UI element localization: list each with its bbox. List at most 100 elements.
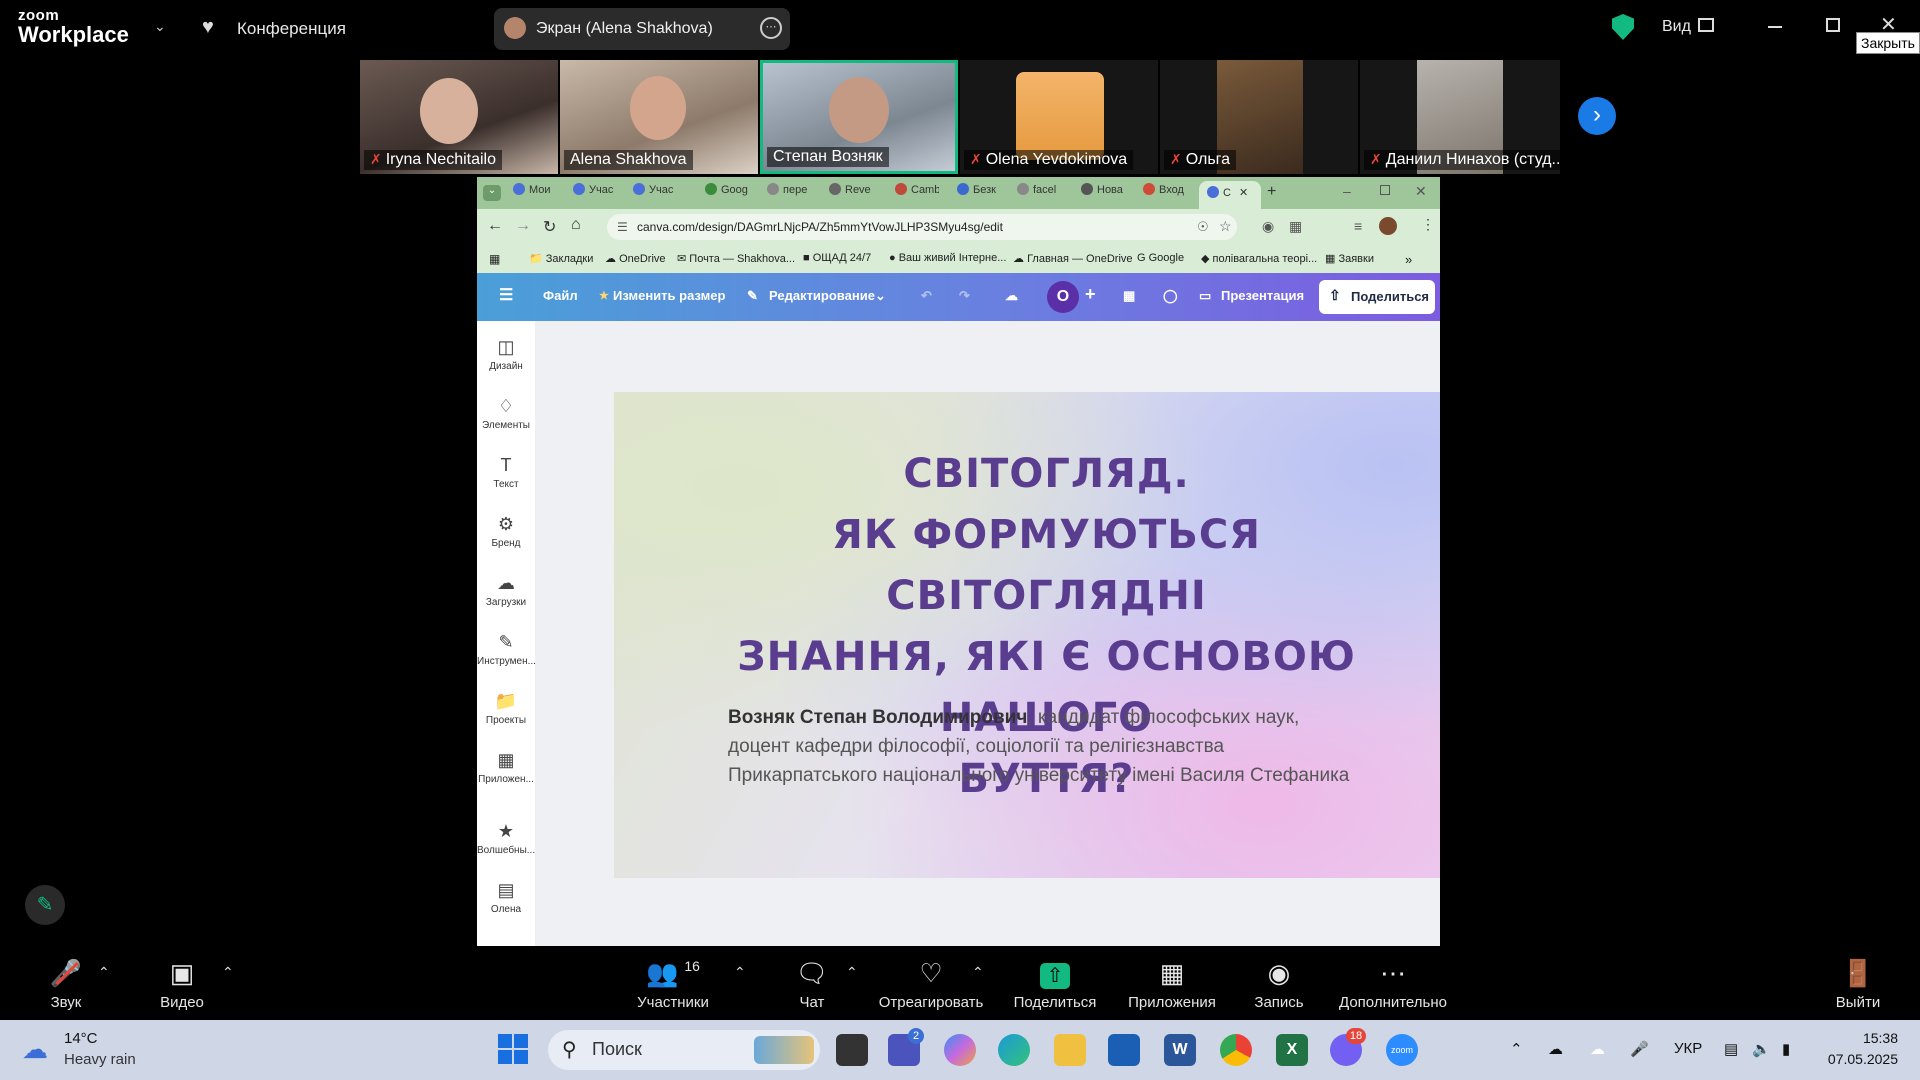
- video-options-caret-icon[interactable]: ⌃: [222, 964, 234, 981]
- browser-tab[interactable]: Мои: [513, 183, 557, 205]
- taskbar-search[interactable]: ⚲ Поиск: [548, 1030, 820, 1070]
- zoom-menu-chevron-icon[interactable]: ⌄: [154, 18, 166, 35]
- browser-tab[interactable]: Безк: [957, 183, 1001, 205]
- cloud-save-icon[interactable]: ☁: [1005, 288, 1018, 304]
- participants-button[interactable]: 👥 16 Участники: [628, 958, 718, 1011]
- copilot-icon[interactable]: [944, 1034, 976, 1066]
- screen-share-pill[interactable]: Экран (Alena Shakhova) ⋯: [494, 8, 790, 50]
- battery-icon[interactable]: ▮: [1782, 1040, 1790, 1058]
- bookmark-star-icon[interactable]: ☆: [1219, 218, 1232, 235]
- weather-temp[interactable]: 14°C: [64, 1030, 98, 1047]
- browser-tab[interactable]: Учас: [573, 183, 617, 205]
- collaborator-avatar[interactable]: O: [1047, 281, 1079, 313]
- participant-tile[interactable]: ✗ Iryna Nechitailo: [360, 60, 558, 174]
- view-label[interactable]: Вид: [1662, 18, 1691, 36]
- undo-icon[interactable]: ↶: [921, 288, 932, 304]
- sidebar-item-apps[interactable]: ▦ Приложен...: [477, 750, 535, 785]
- record-button[interactable]: ◉ Запись: [1250, 958, 1308, 1011]
- store-icon[interactable]: [1108, 1034, 1140, 1066]
- new-tab-icon[interactable]: +: [1267, 183, 1276, 201]
- redo-icon[interactable]: ↷: [959, 288, 970, 304]
- bookmark-item[interactable]: ■ ОЩАД 24/7: [803, 252, 871, 264]
- bookmark-item[interactable]: ☁ OneDrive: [605, 252, 666, 265]
- sidebar-item-user[interactable]: ▤ Олена: [477, 880, 535, 915]
- browser-tab[interactable]: Goog: [705, 183, 749, 205]
- audio-options-caret-icon[interactable]: ⌃: [98, 964, 110, 981]
- puzzle-icon[interactable]: ▦: [1289, 218, 1302, 235]
- restore-icon[interactable]: [1826, 18, 1840, 32]
- browser-tab[interactable]: Вход: [1143, 183, 1187, 205]
- add-collaborator-icon[interactable]: +: [1085, 284, 1096, 305]
- site-info-icon[interactable]: ☰: [617, 220, 628, 234]
- edge-icon[interactable]: [998, 1034, 1030, 1066]
- forward-icon[interactable]: →: [515, 217, 531, 235]
- sidebar-item-uploads[interactable]: ☁ Загрузки: [477, 573, 535, 608]
- more-bookmarks-icon[interactable]: »: [1405, 252, 1412, 267]
- volume-icon[interactable]: 🔈: [1752, 1040, 1771, 1058]
- sidebar-item-elements[interactable]: ♢ Элементы: [477, 396, 535, 431]
- apps-grid-icon[interactable]: ▦: [489, 252, 500, 266]
- browser-tab[interactable]: Нова: [1081, 183, 1125, 205]
- view-grid-icon[interactable]: [1698, 18, 1714, 32]
- windows-start-icon[interactable]: [498, 1034, 528, 1064]
- bookmark-item[interactable]: ▦ Заявки: [1325, 252, 1374, 265]
- chat-button[interactable]: 🗨 Чат: [792, 958, 832, 1011]
- chrome-icon[interactable]: [1220, 1034, 1252, 1066]
- browser-tab[interactable]: facel: [1017, 183, 1061, 205]
- sidebar-item-text[interactable]: T Текст: [477, 455, 535, 490]
- weather-rain-icon[interactable]: ☁: [22, 1034, 48, 1065]
- cloud-icon[interactable]: ☁: [1590, 1040, 1605, 1058]
- file-menu[interactable]: Файл: [543, 288, 578, 303]
- onedrive-sync-icon[interactable]: ☁: [1548, 1040, 1563, 1058]
- sidebar-item-design[interactable]: ◫ Дизайн: [477, 337, 535, 372]
- zoom-app-icon[interactable]: zoom: [1386, 1034, 1418, 1066]
- minimize-icon[interactable]: [1768, 26, 1782, 28]
- chat-options-caret-icon[interactable]: ⌃: [846, 964, 858, 981]
- clock-time[interactable]: 15:38: [1828, 1030, 1898, 1046]
- address-bar[interactable]: ☰ canva.com/design/DAGmrLNjcPA/Zh5mmYtVo…: [607, 214, 1237, 240]
- share-button[interactable]: ⇧ Поделиться: [1319, 280, 1435, 314]
- tray-overflow-icon[interactable]: ⌃: [1510, 1040, 1523, 1058]
- react-button[interactable]: ♡ Отреагировать: [876, 958, 986, 1011]
- next-participants-arrow-icon[interactable]: ›: [1578, 97, 1616, 135]
- viber-icon[interactable]: 18: [1330, 1028, 1366, 1066]
- sidebar-item-projects[interactable]: 📁 Проекты: [477, 691, 535, 726]
- profile-avatar[interactable]: [1379, 217, 1397, 235]
- insights-chart-icon[interactable]: ▦: [1123, 288, 1135, 304]
- meeting-label[interactable]: Конференция: [237, 19, 346, 39]
- back-icon[interactable]: ←: [487, 217, 503, 235]
- file-explorer-icon[interactable]: [1054, 1034, 1086, 1066]
- editing-mode-dropdown[interactable]: Редактирование: [769, 288, 875, 303]
- reading-list-icon[interactable]: ≡: [1354, 218, 1362, 234]
- apps-button[interactable]: ▦ Приложения: [1124, 958, 1220, 1011]
- sidebar-item-tools[interactable]: ✎ Инструмен...: [477, 632, 536, 667]
- present-button[interactable]: Презентация: [1221, 288, 1304, 303]
- chevron-down-icon[interactable]: ⌄: [875, 288, 886, 304]
- microphone-icon[interactable]: 🎤: [1630, 1040, 1649, 1058]
- video-button[interactable]: ▣ Видео: [152, 958, 212, 1011]
- bookmark-item[interactable]: 📁 Закладки: [529, 252, 593, 265]
- react-options-caret-icon[interactable]: ⌃: [972, 964, 984, 981]
- eye-off-icon[interactable]: ☉: [1197, 219, 1209, 235]
- bookmark-item[interactable]: G Google: [1137, 252, 1184, 264]
- participant-tile[interactable]: ✗ Ольга: [1160, 60, 1358, 174]
- bookmark-item[interactable]: ● Ваш живий Інтерне...: [889, 252, 1006, 264]
- sidebar-item-magic[interactable]: ★ Волшебны...: [477, 821, 535, 856]
- browser-maximize-icon[interactable]: [1380, 185, 1390, 195]
- browser-tab-active[interactable]: С ✕: [1199, 181, 1261, 209]
- sidebar-item-brand[interactable]: ⚙ Бренд: [477, 514, 535, 549]
- share-screen-button[interactable]: ⇧ Поделиться: [1012, 958, 1098, 1011]
- browser-tab[interactable]: Reve: [829, 183, 873, 205]
- browser-tab[interactable]: Camb: [895, 183, 939, 205]
- teams-icon[interactable]: 2: [888, 1028, 924, 1066]
- audio-button[interactable]: 🎤 Звук: [42, 958, 90, 1011]
- browser-menu-icon[interactable]: ⋮: [1421, 216, 1435, 233]
- comments-icon[interactable]: ◯: [1163, 288, 1178, 304]
- participants-options-caret-icon[interactable]: ⌃: [734, 964, 746, 981]
- tab-search-icon[interactable]: ⌄: [483, 185, 501, 201]
- browser-close-icon[interactable]: ✕: [1415, 183, 1427, 200]
- language-indicator[interactable]: УКР: [1674, 1040, 1702, 1057]
- more-button[interactable]: ⋯ Дополнительно: [1336, 958, 1450, 1011]
- bookmark-item[interactable]: ◆ полівагальна теорі...: [1201, 252, 1317, 265]
- browser-tab[interactable]: Учас: [633, 183, 677, 205]
